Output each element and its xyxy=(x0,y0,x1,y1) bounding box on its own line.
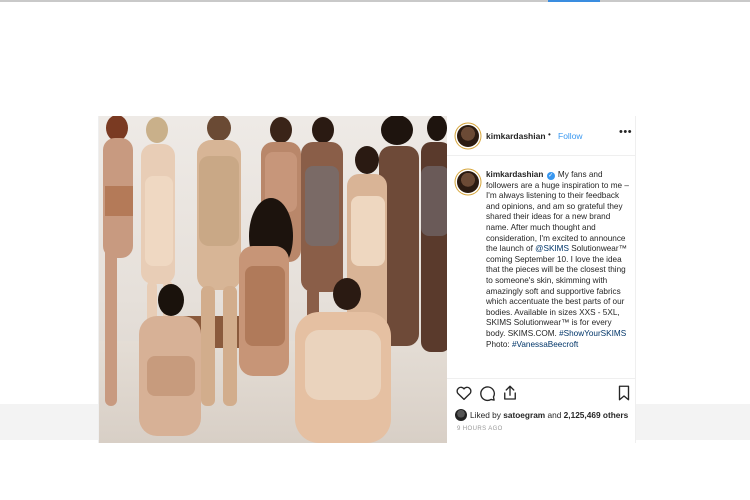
model-figure xyxy=(103,116,133,406)
likes-middle: and xyxy=(545,410,564,420)
separator-dot: • xyxy=(548,130,551,139)
heart-icon[interactable] xyxy=(455,384,473,402)
post-header: kimkardashian • Follow ••• xyxy=(447,116,635,156)
comment-icon[interactable] xyxy=(478,384,496,402)
post-timestamp[interactable]: 9 HOURS AGO xyxy=(457,426,503,432)
model-figure xyxy=(239,198,293,376)
browser-tab-accent xyxy=(548,0,600,2)
caption-avatar[interactable] xyxy=(457,171,479,193)
post-actions: Liked by satoegram and 2,125,469 others … xyxy=(447,378,635,443)
likes-text: Liked by satoegram and 2,125,469 others xyxy=(470,410,628,420)
verified-badge-icon: ✓ xyxy=(546,172,555,180)
avatar[interactable] xyxy=(457,125,479,147)
liker-username-link[interactable]: satoegram xyxy=(503,410,545,420)
post-photo[interactable] xyxy=(99,116,447,443)
post-caption: kimkardashian ✓ My fans and followers ar… xyxy=(447,156,635,378)
likes-prefix: Liked by xyxy=(470,410,504,420)
photo-credit-link[interactable]: #VanessaBeecroft xyxy=(512,340,578,349)
model-figure xyxy=(197,116,241,406)
likes-count-link[interactable]: 2,125,469 others xyxy=(564,410,629,420)
liker-avatar[interactable] xyxy=(455,409,467,421)
username-link[interactable]: kimkardashian xyxy=(486,131,546,141)
caption-body: Photo: xyxy=(486,339,512,349)
action-icons xyxy=(455,384,631,404)
caption-body: Solutionwear™ coming September 10. I lov… xyxy=(486,244,627,338)
photo-models-group xyxy=(103,116,447,443)
mention-link[interactable]: @SKIMS xyxy=(535,244,569,253)
caption-text: kimkardashian ✓ My fans and followers ar… xyxy=(486,170,633,350)
bookmark-icon[interactable] xyxy=(615,384,633,402)
model-figure xyxy=(421,116,447,352)
instagram-post: kimkardashian • Follow ••• kimkardashian… xyxy=(98,116,636,443)
post-sidebar: kimkardashian • Follow ••• kimkardashian… xyxy=(447,116,635,443)
background-bottom xyxy=(0,440,750,500)
follow-button[interactable]: Follow xyxy=(558,131,583,141)
caption-body: My fans and followers are a huge inspira… xyxy=(486,170,629,254)
likes-summary: Liked by satoegram and 2,125,469 others xyxy=(455,408,633,422)
share-icon[interactable] xyxy=(501,384,519,402)
more-options-icon[interactable]: ••• xyxy=(619,126,632,138)
browser-top-border xyxy=(0,0,750,2)
hashtag-link[interactable]: #ShowYourSKIMS xyxy=(559,329,626,338)
caption-username-link[interactable]: kimkardashian xyxy=(486,170,543,179)
